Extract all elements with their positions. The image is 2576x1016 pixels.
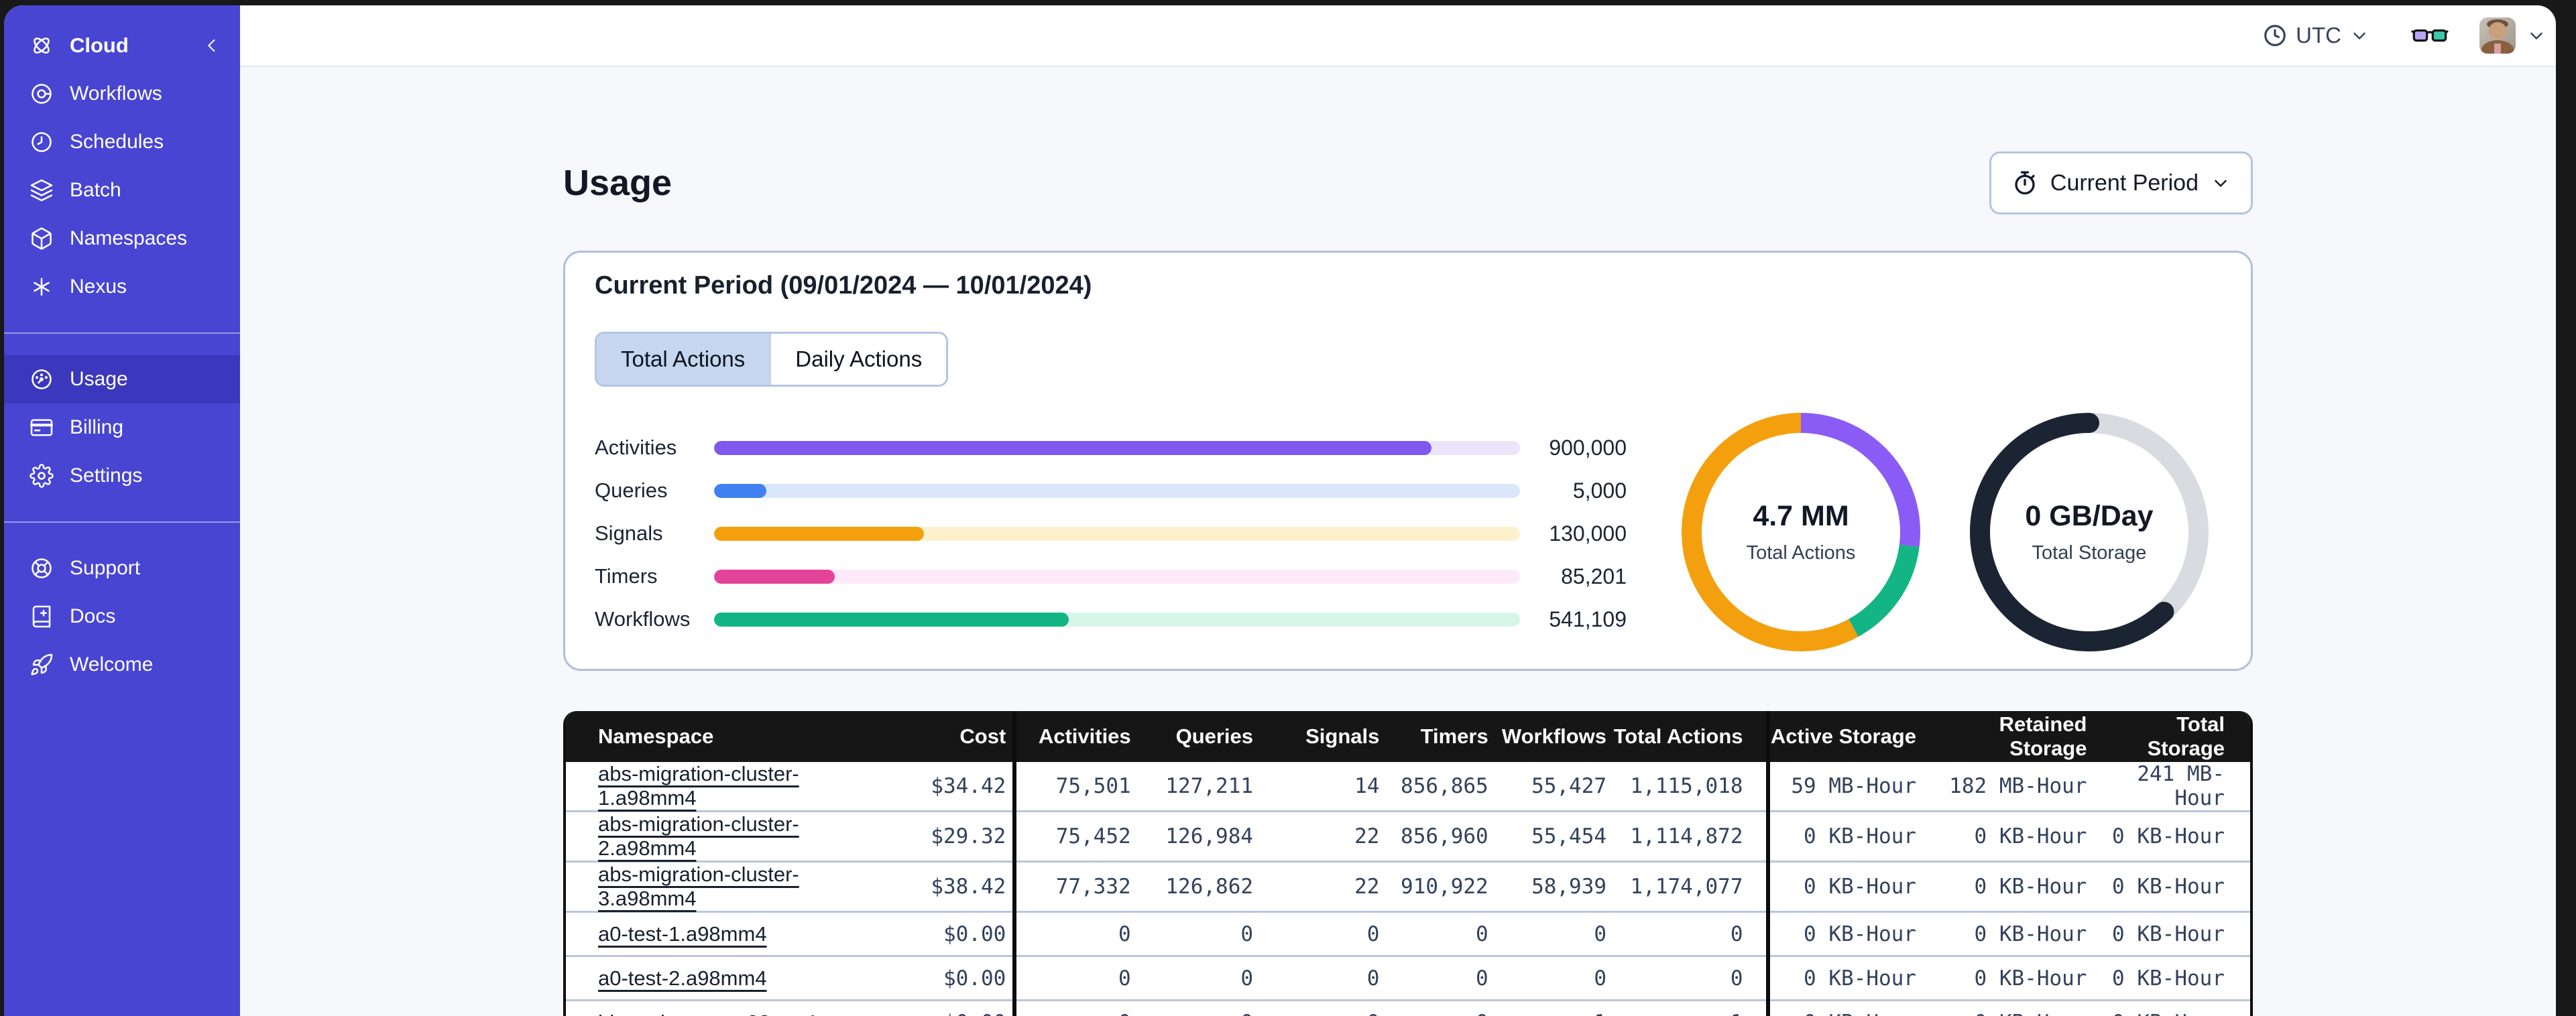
user-avatar[interactable]	[2479, 17, 2516, 54]
bar-track	[714, 526, 1520, 541]
namespace-link[interactable]: abs-migration-cluster-2.a98mm4	[598, 812, 799, 860]
sidebar-item-settings[interactable]: Settings	[4, 452, 240, 500]
temporal-logo-icon	[30, 34, 54, 58]
namespace-link[interactable]: abs-migration-cluster-3.a98mm4	[598, 863, 799, 910]
actions-view-tabs: Total Actions Daily Actions	[595, 332, 949, 387]
sidebar-item-schedules[interactable]: Schedules	[4, 118, 240, 166]
donut-caption: Total Actions	[1746, 542, 1856, 564]
docs-book-icon	[30, 605, 54, 629]
main-content: Usage Current Period Current Period (09/…	[240, 67, 2556, 1016]
nexus-asterisk-icon	[30, 275, 54, 299]
bar-value: 900,000	[1549, 435, 1627, 460]
namespace-link[interactable]: a0-test-1.a98mm4	[598, 922, 767, 946]
col-timers: Timers	[1386, 711, 1495, 762]
table-row: a0-test-2.a98mm4 $0.00 0 0 0 0 0 0 0 KB-…	[566, 955, 2250, 1001]
period-selector-label: Current Period	[2050, 170, 2199, 196]
sidebar-collapse-icon[interactable]	[202, 36, 221, 55]
sidebar-item-docs[interactable]: Docs	[4, 592, 240, 641]
sidebar-brand-label: Cloud	[70, 34, 129, 57]
page-title: Usage	[563, 163, 672, 203]
table-row: bk-worker-test.a98mm4 $0.00 0 0 0 0 1 1 …	[566, 999, 2250, 1016]
total-actions-donut: 4.7 MM Total Actions	[1680, 411, 1922, 653]
col-workflows: Workflows	[1495, 711, 1614, 762]
sidebar-divider	[4, 332, 240, 334]
chevron-down-icon	[2349, 25, 2369, 46]
namespace-link[interactable]: abs-migration-cluster-1.a98mm4	[598, 762, 799, 810]
bar-fill	[714, 483, 767, 498]
namespace-link[interactable]: bk-worker-test.a98mm4	[598, 1011, 817, 1016]
table-header-row: Namespace Cost Activities Queries Signal…	[566, 711, 2250, 762]
table-row: abs-migration-cluster-3.a98mm4 $38.42 77…	[566, 861, 2250, 912]
table-row: abs-migration-cluster-2.a98mm4 $29.32 75…	[566, 810, 2250, 862]
col-namespace: Namespace	[566, 711, 895, 762]
stopwatch-icon	[2011, 170, 2038, 196]
timezone-label: UTC	[2296, 23, 2341, 48]
donut-value: 0 GB/Day	[2025, 500, 2154, 532]
donut-caption: Total Storage	[2032, 542, 2147, 564]
sidebar-brand-cloud[interactable]: Cloud	[4, 21, 240, 70]
sidebar-divider	[4, 521, 240, 523]
billing-card-icon	[30, 416, 54, 440]
col-activities: Activities	[1012, 711, 1138, 762]
bar-value: 541,109	[1549, 607, 1627, 631]
sidebar-item-welcome[interactable]: Welcome	[4, 641, 240, 689]
batch-layers-icon	[30, 178, 54, 202]
bar-fill	[714, 612, 1069, 627]
usage-card-title: Current Period (09/01/2024 — 10/01/2024)	[595, 271, 1092, 300]
donut-value: 4.7 MM	[1753, 500, 1849, 532]
namespaces-cube-icon	[30, 227, 54, 251]
support-lifebuoy-icon	[30, 556, 54, 580]
settings-gear-icon	[30, 464, 54, 488]
avatar-art	[2494, 44, 2501, 54]
period-selector-button[interactable]: Current Period	[1989, 151, 2253, 214]
sidebar-item-namespaces[interactable]: Namespaces	[4, 214, 240, 263]
bar-fill	[714, 569, 835, 584]
clock-icon	[2262, 23, 2288, 48]
col-queries: Queries	[1137, 711, 1261, 762]
sidebar-item-nexus[interactable]: Nexus	[4, 263, 240, 311]
welcome-rocket-icon	[30, 653, 54, 677]
col-cost: Cost	[894, 711, 1015, 762]
col-signals: Signals	[1260, 711, 1387, 762]
app-window: Cloud Workflows Schedules Batch Namespac…	[4, 5, 2556, 1016]
col-total-storage: Total Storage	[2103, 711, 2250, 762]
workflows-icon	[30, 82, 54, 106]
glasses-icon[interactable]	[2411, 25, 2449, 46]
bar-track	[714, 483, 1520, 498]
namespace-link[interactable]: a0-test-2.a98mm4	[598, 966, 767, 990]
bar-value: 5,000	[1572, 478, 1627, 503]
sidebar-item-workflows[interactable]: Workflows	[4, 70, 240, 118]
col-retained-storage: Retained Storage	[1932, 711, 2103, 762]
bar-track	[714, 569, 1520, 584]
sidebar-item-usage[interactable]: Usage	[4, 355, 240, 403]
chevron-down-icon	[2211, 173, 2231, 193]
tab-daily-actions[interactable]: Daily Actions	[769, 334, 947, 385]
bar-value: 130,000	[1549, 521, 1627, 546]
sidebar-item-support[interactable]: Support	[4, 544, 240, 592]
avatar-art	[2489, 22, 2506, 39]
bar-fill	[714, 526, 924, 541]
total-storage-donut: 0 GB/Day Total Storage	[1969, 411, 2210, 653]
sidebar: Cloud Workflows Schedules Batch Namespac…	[4, 5, 240, 1016]
bar-fill	[714, 440, 1431, 455]
usage-gauge-icon	[30, 367, 54, 391]
timezone-selector[interactable]: UTC	[2262, 23, 2369, 48]
sidebar-item-batch[interactable]: Batch	[4, 166, 240, 214]
account-menu-chevron-down-icon[interactable]	[2526, 25, 2546, 46]
bar-track	[714, 612, 1520, 627]
schedules-clock-icon	[30, 130, 54, 154]
bar-track	[714, 440, 1520, 455]
usage-card: Current Period (09/01/2024 — 10/01/2024)…	[563, 251, 2253, 671]
table-row: abs-migration-cluster-1.a98mm4 $34.42 75…	[566, 762, 2250, 812]
sidebar-item-billing[interactable]: Billing	[4, 403, 240, 452]
col-active-storage: Active Storage	[1765, 711, 1932, 762]
top-bar: UTC	[240, 5, 2556, 67]
table-row: a0-test-1.a98mm4 $0.00 0 0 0 0 0 0 0 KB-…	[566, 911, 2250, 956]
col-total-actions: Total Actions	[1613, 711, 1768, 762]
tab-total-actions[interactable]: Total Actions	[597, 334, 770, 385]
bar-value: 85,201	[1561, 564, 1627, 588]
namespace-usage-table: Namespace Cost Activities Queries Signal…	[563, 711, 2253, 1016]
